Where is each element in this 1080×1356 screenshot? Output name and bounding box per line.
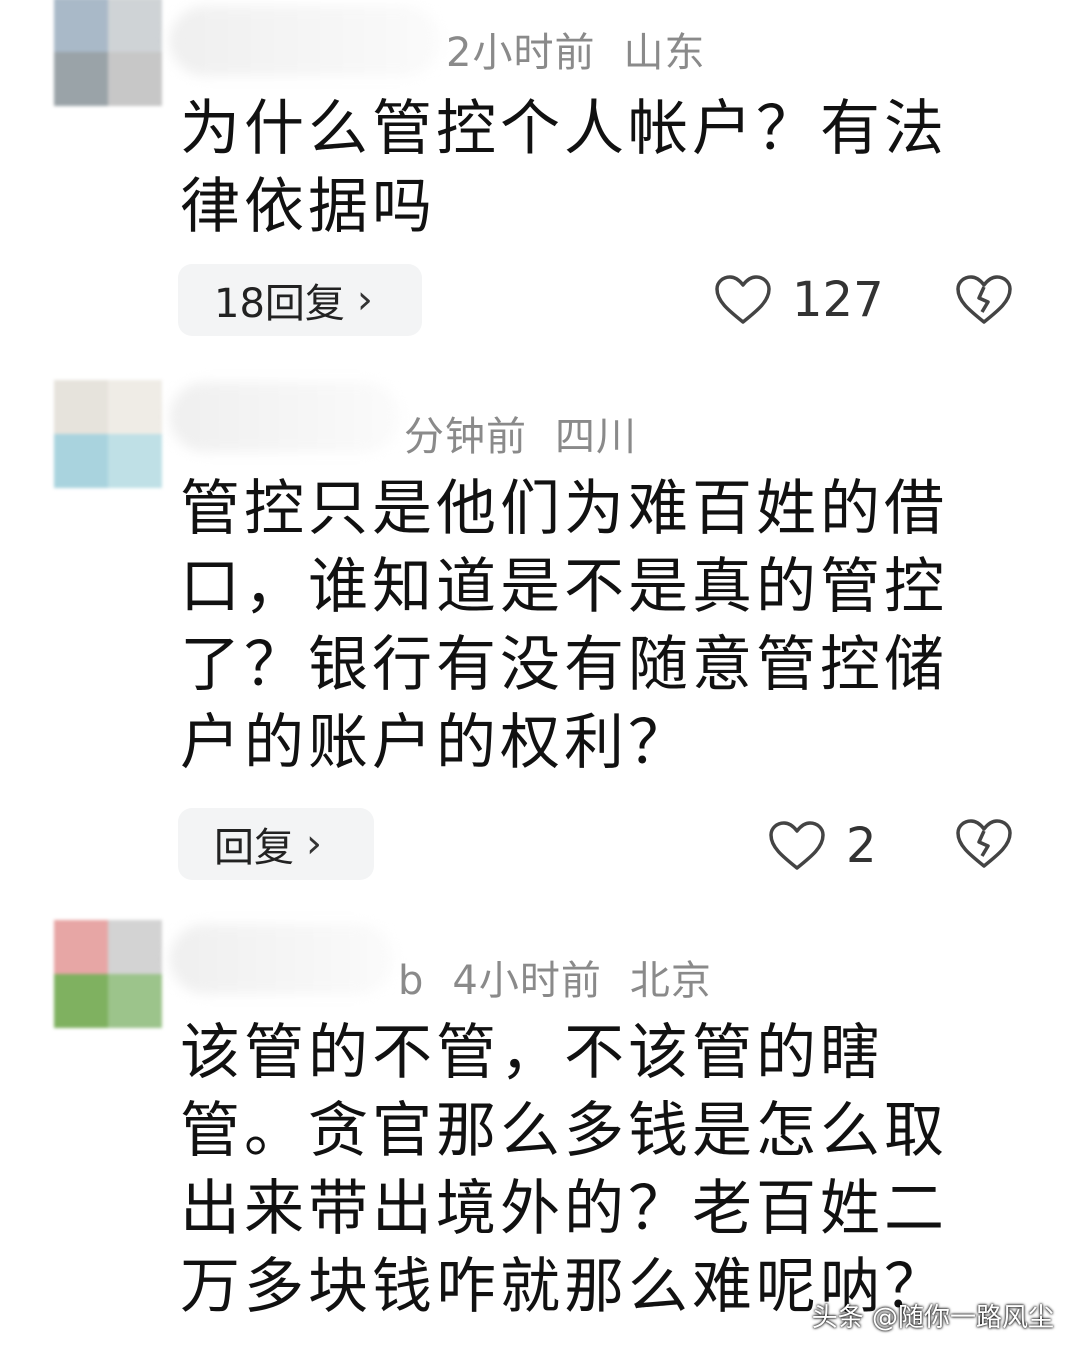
comment-time: 2小时前 [446, 30, 596, 76]
like-count: 2 [846, 818, 877, 874]
comment-meta: b 4小时前 北京 [398, 948, 712, 1006]
comment-feed: 2小时前 山东 为什么管控个人帐户？有法律依据吗 18回复 › 127 分钟前 四川 … [0, 0, 1080, 1356]
comment-location: 山东 [623, 30, 706, 76]
username-blurred[interactable] [170, 924, 394, 994]
comment-time: 4小时前 [452, 958, 602, 1004]
comment-meta-prefix: b [398, 958, 425, 1004]
broken-heart-icon[interactable] [955, 818, 1013, 870]
comment-item-3: b 4小时前 北京 该管的不管，不该管的瞎管。贪官那么多钱是怎么取出来带出境外的？老… [0, 918, 1080, 1356]
heart-icon [769, 821, 825, 870]
comment-item-2: 分钟前 四川 管控只是他们为难百姓的借口，谁知道是不是真的管控了？银行有没有随意管… [0, 378, 1080, 898]
watermark: 头条 @随你一路风尘 [811, 1303, 1054, 1333]
comment-text: 为什么管控个人帐户？有法律依据吗 [180, 94, 948, 242]
chevron-right-icon: › [356, 277, 373, 323]
reply-button[interactable]: 18回复 › [178, 264, 422, 336]
avatar[interactable] [54, 0, 162, 106]
reply-label: 18回复 [214, 281, 345, 327]
broken-heart-icon[interactable] [955, 274, 1013, 326]
reply-button[interactable]: 回复 › [178, 808, 374, 880]
comment-meta: 2小时前 山东 [446, 20, 705, 78]
like-button[interactable]: 2 [768, 818, 877, 874]
comment-time: 分钟前 [404, 414, 527, 460]
comment-location: 四川 [555, 414, 637, 460]
comment-text: 管控只是他们为难百姓的借口，谁知道是不是真的管控了？银行有没有随意管控储户的账户… [180, 474, 948, 778]
chevron-right-icon: › [306, 821, 322, 867]
heart-icon [715, 275, 771, 324]
comment-location: 北京 [629, 958, 712, 1004]
avatar[interactable] [54, 920, 162, 1028]
like-count: 127 [792, 272, 884, 328]
reply-label: 回复 [214, 825, 294, 871]
comment-text: 该管的不管，不该管的瞎管。贪官那么多钱是怎么取出来带出境外的？老百姓二万多块钱咋… [180, 1018, 948, 1322]
username-blurred[interactable] [170, 6, 440, 76]
avatar[interactable] [54, 380, 162, 488]
username-blurred[interactable] [170, 382, 400, 452]
comment-item-1: 2小时前 山东 为什么管控个人帐户？有法律依据吗 18回复 › 127 [0, 0, 1080, 360]
comment-meta: 分钟前 四川 [404, 404, 637, 462]
like-button[interactable]: 127 [714, 272, 884, 328]
